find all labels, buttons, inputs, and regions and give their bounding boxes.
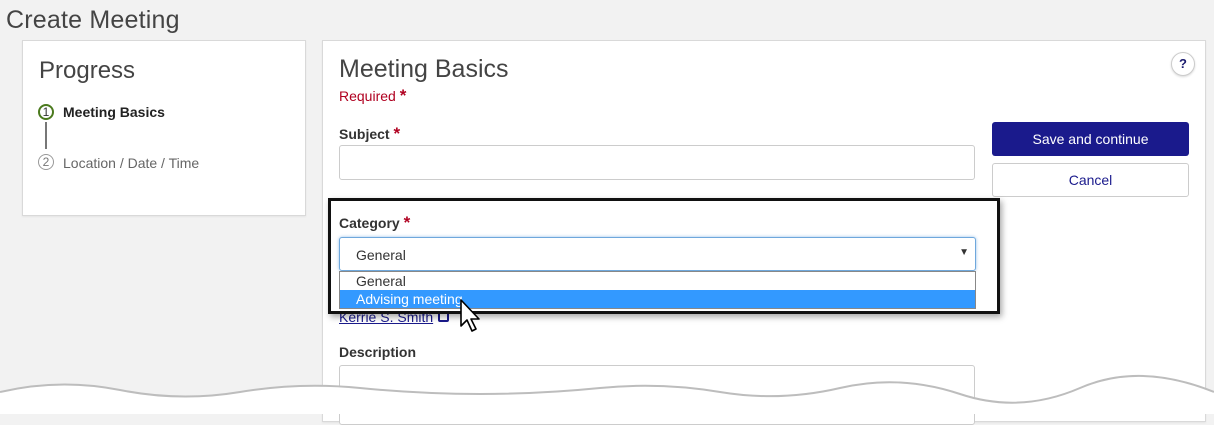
save-and-continue-button[interactable]: Save and continue [992, 122, 1189, 156]
subject-input[interactable] [339, 145, 975, 180]
page-title: Create Meeting [6, 6, 180, 34]
progress-title: Progress [39, 57, 136, 84]
cancel-button[interactable]: Cancel [992, 163, 1189, 197]
callout-highlight-box [328, 198, 1000, 314]
step-connector [45, 122, 47, 149]
required-note-text: Required [339, 88, 396, 104]
mouse-pointer-icon [460, 299, 480, 332]
torn-edge [0, 375, 1214, 414]
description-label: Description [339, 344, 417, 360]
subject-label: Subject * [339, 124, 400, 144]
subject-required-star: * [393, 124, 401, 143]
step-2-indicator: 2 [38, 154, 54, 170]
section-title: Meeting Basics [339, 55, 509, 83]
required-star: * [399, 86, 407, 105]
step-1-label: Meeting Basics [63, 104, 165, 120]
step-2-label: Location / Date / Time [63, 155, 200, 171]
subject-label-text: Subject [339, 126, 390, 142]
step-1-indicator: 1 [38, 104, 54, 120]
progress-panel: Progress 1 Meeting Basics 2 Location / D… [22, 40, 306, 216]
required-note: Required * [339, 86, 406, 106]
help-icon[interactable]: ? [1171, 52, 1195, 76]
